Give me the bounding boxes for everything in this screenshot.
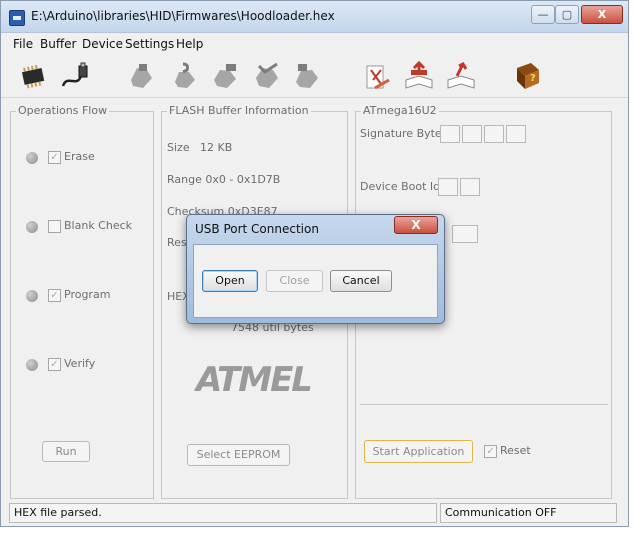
erase-led — [26, 152, 38, 164]
atmel-logo: ATMEL — [196, 360, 313, 400]
verify-checkbox[interactable]: ✓ — [48, 358, 61, 371]
signature-byte-1 — [440, 125, 460, 143]
close-connection-button[interactable]: Close — [266, 270, 323, 292]
main-window: E:\Arduino\libraries\HID\Firmwares\Hoodl… — [0, 0, 629, 527]
operations-flow-group: Operations Flow ✓ Erase Blank Check ✓ Pr… — [10, 104, 154, 499]
help-book-icon[interactable]: ? — [511, 60, 543, 92]
close-button[interactable]: X — [581, 5, 623, 24]
device-boot-ids-label: Device Boot Ids — [360, 180, 446, 193]
toolbar: ? — [1, 54, 628, 98]
reset-label: Reset — [500, 444, 531, 457]
usb-port-connection-dialog: USB Port Connection X Open Close Cancel — [186, 214, 445, 324]
erase-checkbox[interactable]: ✓ — [48, 151, 61, 164]
reset-checkbox[interactable]: ✓ — [484, 445, 497, 458]
menu-settings[interactable]: Settings — [125, 37, 174, 51]
status-bar: HEX file parsed. Communication OFF — [9, 503, 617, 523]
menu-bar: File Buffer Device Settings Help — [1, 34, 628, 54]
blank-check-label: Blank Check — [64, 219, 133, 232]
usb-cable-icon[interactable] — [59, 60, 91, 92]
menu-device[interactable]: Device — [82, 37, 123, 51]
load-hex-icon[interactable] — [361, 60, 393, 92]
communication-status: Communication OFF — [440, 503, 617, 523]
device-title: ATmega16U2 — [361, 104, 439, 117]
status-message: HEX file parsed. — [9, 503, 437, 523]
signature-byte-2 — [462, 125, 482, 143]
erase-hand-icon[interactable] — [125, 60, 157, 92]
reset-text: Res — [167, 236, 187, 249]
dialog-title: USB Port Connection — [195, 222, 319, 236]
boot-id-1 — [438, 178, 458, 196]
minimize-button[interactable]: — — [531, 5, 555, 24]
restore-button[interactable]: ▢ — [555, 5, 579, 24]
blank-check-hand-icon[interactable] — [169, 60, 201, 92]
flash-buffer-title: FLASH Buffer Information — [167, 104, 311, 117]
range-text: Range 0x0 - 0x1D7B — [167, 173, 281, 186]
save-hex-icon[interactable] — [403, 60, 435, 92]
app-icon — [9, 10, 25, 26]
signature-bytes-label: Signature Bytes — [360, 127, 448, 140]
signature-byte-3 — [484, 125, 504, 143]
select-eeprom-button[interactable]: Select EEPROM — [187, 444, 290, 466]
verify-label: Verify — [64, 357, 96, 370]
start-application-button[interactable]: Start Application — [364, 440, 473, 463]
dialog-close-button[interactable]: X — [394, 216, 438, 234]
window-title: E:\Arduino\libraries\HID\Firmwares\Hoodl… — [31, 9, 335, 23]
program-led — [26, 290, 38, 302]
verify-led — [26, 359, 38, 371]
erase-label: Erase — [64, 150, 95, 163]
title-bar[interactable]: E:\Arduino\libraries\HID\Firmwares\Hoodl… — [1, 1, 628, 33]
size-label: Size — [167, 141, 190, 154]
save-hex-icon-2[interactable] — [445, 60, 477, 92]
boot-id-2 — [460, 178, 480, 196]
chip-icon[interactable] — [17, 60, 49, 92]
run-button[interactable]: Run — [42, 441, 90, 462]
operations-flow-title: Operations Flow — [16, 104, 110, 117]
cancel-button[interactable]: Cancel — [330, 270, 392, 292]
menu-buffer[interactable]: Buffer — [40, 37, 76, 51]
menu-file[interactable]: File — [13, 37, 33, 51]
program-hand-icon[interactable] — [209, 60, 241, 92]
blank-check-checkbox[interactable] — [48, 220, 61, 233]
size-value: 12 KB — [200, 141, 233, 154]
program-label: Program — [64, 288, 111, 301]
read-hand-icon[interactable] — [291, 60, 323, 92]
program-checkbox[interactable]: ✓ — [48, 289, 61, 302]
svg-text:?: ? — [530, 73, 536, 84]
signature-byte-4 — [506, 125, 526, 143]
open-button[interactable]: Open — [202, 270, 258, 292]
dialog-body: Open Close Cancel — [193, 244, 438, 318]
bootloader-version-field — [452, 225, 478, 243]
menu-help[interactable]: Help — [176, 37, 203, 51]
verify-hand-icon[interactable] — [251, 60, 283, 92]
device-divider — [360, 404, 608, 405]
blank-check-led — [26, 221, 38, 233]
